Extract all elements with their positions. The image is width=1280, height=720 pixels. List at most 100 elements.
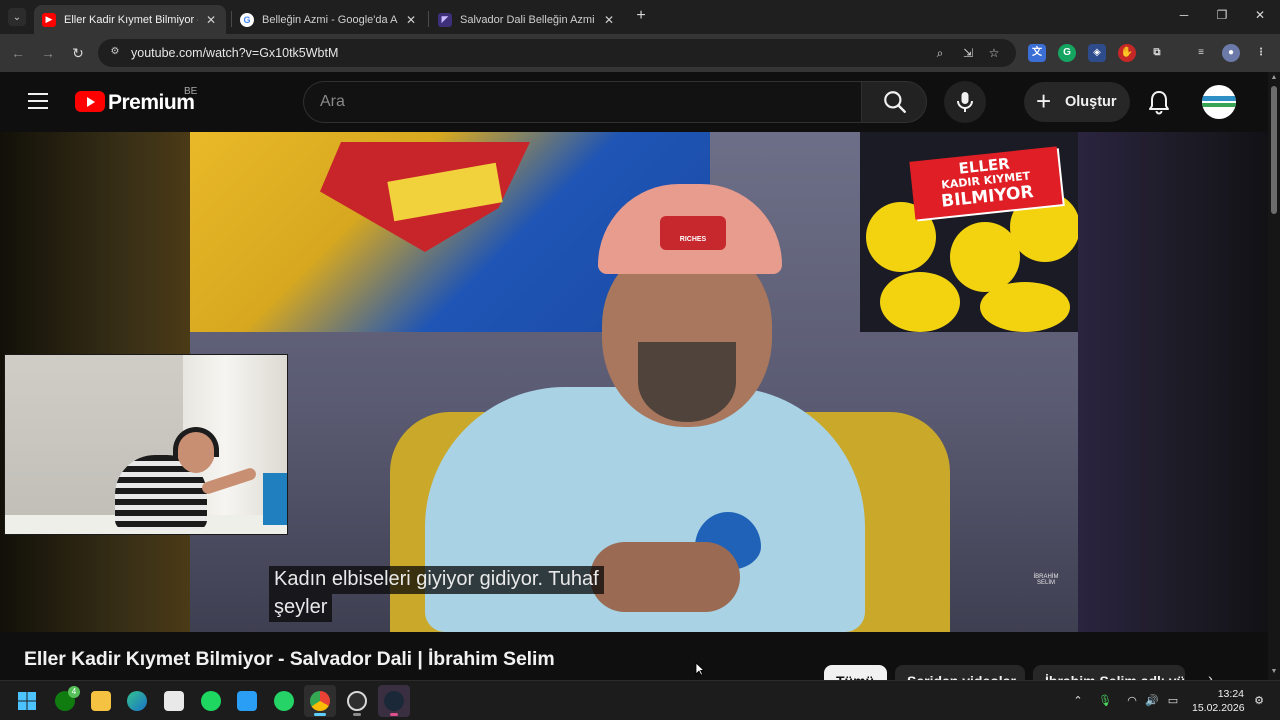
install-app-icon[interactable]: ⇲ xyxy=(960,45,976,61)
xbox-badge: 4 xyxy=(68,686,80,698)
translate-extension-icon[interactable]: 文 xyxy=(1028,44,1046,62)
volume-icon[interactable]: 🔊 xyxy=(1144,693,1160,709)
caption-line-1: Kadın elbiseleri giyiyor gidiyor. Tuhaf xyxy=(269,566,604,594)
microphone-icon xyxy=(957,92,973,112)
video-info: Eller Kadir Kıymet Bilmiyor - Salvador D… xyxy=(0,632,1268,697)
obs-icon xyxy=(347,691,367,711)
spotify-app[interactable] xyxy=(195,685,227,717)
folder-icon xyxy=(91,691,111,711)
scroll-down-icon[interactable]: ▼ xyxy=(1270,668,1278,675)
forward-icon[interactable]: → xyxy=(38,43,58,63)
voice-search-button[interactable] xyxy=(944,81,986,123)
close-tab-icon[interactable]: ✕ xyxy=(204,13,218,27)
active-indicator xyxy=(314,713,326,716)
caption-line-2: şeyler xyxy=(269,594,333,622)
xbox-app[interactable]: 4 xyxy=(49,685,81,717)
edge-app[interactable] xyxy=(121,685,153,717)
search-icon xyxy=(884,91,906,113)
battery-icon[interactable]: ▭ xyxy=(1165,693,1181,709)
video-captions: Kadın elbiseleri giyiyor gidiyor. Tuhaf … xyxy=(269,566,637,622)
webcam-overlay xyxy=(4,354,288,535)
adblock-extension-icon[interactable]: ✋ xyxy=(1118,44,1136,62)
create-label: Oluştur xyxy=(1065,94,1117,110)
close-tab-icon[interactable]: ✕ xyxy=(404,13,418,27)
tab-salvador-dali[interactable]: ◤ Salvador Dali Belleğin Azmi Tab ✕ xyxy=(430,5,624,34)
page-scrollbar[interactable]: ▲ ▼ xyxy=(1268,72,1280,680)
site-info-icon[interactable]: ⚙ xyxy=(108,46,122,60)
wifi-icon[interactable]: ◠ xyxy=(1124,693,1140,709)
restore-icon[interactable]: ❐ xyxy=(1212,8,1232,22)
steam-app[interactable] xyxy=(378,685,410,717)
tab-search-dropdown-icon[interactable]: ⌄ xyxy=(8,8,26,26)
notifications-tray-icon[interactable]: ⚙ xyxy=(1251,693,1267,709)
bird-icon xyxy=(237,691,257,711)
ambient-glow-right xyxy=(1078,132,1268,632)
microphone-tray-icon[interactable]: 🎙 xyxy=(1097,693,1113,709)
scroll-up-icon[interactable]: ▲ xyxy=(1270,74,1278,81)
store-icon xyxy=(164,691,184,711)
reload-icon[interactable]: ↻ xyxy=(68,43,88,63)
clock-date: 15.02.2026 xyxy=(1192,702,1245,714)
google-favicon-icon: G xyxy=(240,12,254,27)
show-hidden-icons-icon[interactable]: ⌃ xyxy=(1070,693,1086,709)
clock-time: 13:24 xyxy=(1217,688,1244,700)
tab-separator xyxy=(428,11,429,27)
speaker-beard xyxy=(638,342,736,422)
tab-title: Belleğin Azmi - Google'da Ara xyxy=(262,13,398,26)
tab-youtube-video[interactable]: ▶ Eller Kadir Kıymet Bilmiyor - Sal ✕ xyxy=(34,5,226,34)
windows-taskbar: 4 ⌃ 🎙 ◠ 🔊 ▭ 13:24 15.02.2026 ⚙ xyxy=(0,680,1280,720)
running-indicator xyxy=(353,713,361,716)
file-explorer-app[interactable] xyxy=(85,685,117,717)
scrollbar-thumb[interactable] xyxy=(1271,86,1277,214)
address-bar[interactable]: ⚙ youtube.com/watch?v=Gx10tk5WbtM ⌕ ⇲ ☆ xyxy=(98,39,1016,67)
address-url[interactable]: youtube.com/watch?v=Gx10tk5WbtM xyxy=(131,46,338,60)
new-tab-icon[interactable]: + xyxy=(632,7,650,25)
bookmark-star-icon[interactable]: ☆ xyxy=(986,45,1002,61)
browser-tab-strip: ⌄ ▶ Eller Kadir Kıymet Bilmiyor - Sal ✕ … xyxy=(0,0,1280,34)
running-indicator xyxy=(390,713,398,716)
profile-avatar-icon[interactable]: ● xyxy=(1222,44,1240,62)
steam-icon xyxy=(384,691,404,711)
youtube-logo-icon[interactable] xyxy=(75,91,105,112)
youtube-favicon-icon: ▶ xyxy=(42,12,56,27)
windows-logo-icon xyxy=(18,692,36,710)
search-button[interactable] xyxy=(861,81,927,123)
tab-title: Salvador Dali Belleğin Azmi Tab xyxy=(460,13,596,26)
taskbar-clock[interactable]: 13:24 15.02.2026 xyxy=(1192,687,1245,715)
start-button[interactable] xyxy=(11,685,43,717)
store-app[interactable] xyxy=(158,685,190,717)
cap-logo: RICHES xyxy=(660,216,726,250)
browser-menu-icon[interactable]: ⋮ xyxy=(1252,44,1270,62)
chrome-app[interactable] xyxy=(304,685,336,717)
obs-app[interactable] xyxy=(341,685,373,717)
youtube-masthead: Premium BE + Oluştur xyxy=(0,72,1268,132)
minimize-icon[interactable]: ─ xyxy=(1174,8,1194,22)
notes-app[interactable] xyxy=(231,685,263,717)
reading-list-icon[interactable]: ≡ xyxy=(1192,44,1210,62)
account-avatar[interactable] xyxy=(1202,85,1236,119)
youtube-brand[interactable]: Premium xyxy=(108,91,195,115)
close-window-icon[interactable]: ✕ xyxy=(1250,8,1270,22)
video-title: Eller Kadir Kıymet Bilmiyor - Salvador D… xyxy=(24,648,555,670)
guide-menu-icon[interactable] xyxy=(28,93,48,111)
plus-icon: + xyxy=(1036,86,1052,116)
search-input[interactable] xyxy=(320,91,840,113)
grammarly-extension-icon[interactable]: G xyxy=(1058,44,1076,62)
search-box xyxy=(303,81,861,123)
extension-icon[interactable]: ◈ xyxy=(1088,44,1106,62)
video-frame[interactable]: ELLER KADIR KIYMET BILMIYOR RICHES xyxy=(190,132,1078,632)
back-icon[interactable]: ← xyxy=(8,43,28,63)
browser-toolbar: ← → ↻ ⚙ youtube.com/watch?v=Gx10tk5WbtM … xyxy=(0,34,1280,72)
close-tab-icon[interactable]: ✕ xyxy=(602,13,616,27)
channel-watermark: İBRAHİM SELİM xyxy=(1033,574,1059,586)
create-button[interactable]: + Oluştur xyxy=(1024,82,1130,122)
whatsapp-icon xyxy=(274,691,294,711)
tab-google-search[interactable]: G Belleğin Azmi - Google'da Ara ✕ xyxy=(232,5,426,34)
zoom-icon[interactable]: ⌕ xyxy=(932,45,948,61)
extensions-puzzle-icon[interactable]: ⧉ xyxy=(1148,44,1166,62)
whatsapp-app[interactable] xyxy=(268,685,300,717)
country-code: BE xyxy=(184,86,198,97)
notifications-bell-icon[interactable] xyxy=(1147,89,1171,115)
site-favicon-icon: ◤ xyxy=(438,12,452,27)
chrome-icon xyxy=(310,691,330,711)
